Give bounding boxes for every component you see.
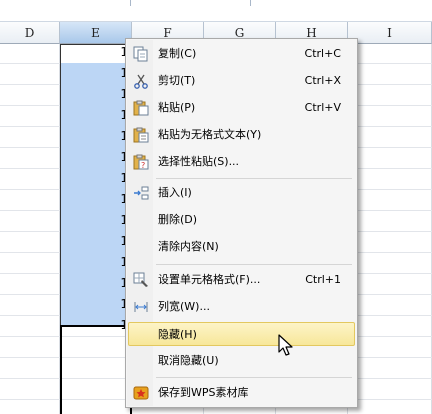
menu-item-paste-plain[interactable]: 粘贴为无格式文本(Y) <box>128 123 355 147</box>
column-width-icon <box>133 299 149 315</box>
menu-item-label: 保存到WPS素材库 <box>158 386 249 399</box>
menu-item-copy[interactable]: 复制(C) Ctrl+C <box>128 42 355 66</box>
cell-e14[interactable]: 1 <box>60 315 130 336</box>
format-cells-icon <box>133 272 149 288</box>
menu-item-label: 剪切(T) <box>158 74 196 87</box>
cell-e4[interactable]: 1 <box>60 105 130 126</box>
menu-item-cut[interactable]: 剪切(T) Ctrl+X <box>128 69 355 93</box>
menu-item-shortcut: Ctrl+V <box>304 101 341 114</box>
menu-item-column-width[interactable]: 列宽(W)... <box>128 295 355 319</box>
column-header-e[interactable]: E <box>60 22 132 44</box>
menu-item-delete[interactable]: 删除(D) <box>128 208 355 232</box>
menu-item-label: 设置单元格格式(F)... <box>158 273 261 286</box>
menu-item-label: 隐藏(H) <box>158 328 197 341</box>
copy-icon <box>133 46 149 62</box>
cell-e11[interactable]: 1 <box>60 252 130 273</box>
cell-e3[interactable]: 1 <box>60 84 130 105</box>
svg-text:?: ? <box>141 161 145 170</box>
cell-e10[interactable]: 1 <box>60 231 130 252</box>
menu-item-shortcut: Ctrl+1 <box>305 273 341 286</box>
cell-border-block <box>60 325 132 414</box>
paste-text-icon <box>133 127 149 143</box>
menu-item-label: 插入(I) <box>158 186 192 199</box>
menu-item-clear[interactable]: 清除内容(N) <box>128 235 355 259</box>
cell-e6[interactable]: 1 <box>60 147 130 168</box>
menu-item-paste[interactable]: 粘贴(P) Ctrl+V <box>128 96 355 120</box>
menu-item-label: 列宽(W)... <box>158 300 210 313</box>
menu-item-label: 删除(D) <box>158 213 198 226</box>
menu-item-label: 选择性粘贴(S)... <box>158 155 240 168</box>
cell-e9[interactable]: 1 <box>60 210 130 231</box>
cell-e13[interactable]: 1 <box>60 294 130 315</box>
cell-e12[interactable]: 1 <box>60 273 130 294</box>
toolbar-strip <box>0 0 432 22</box>
menu-item-paste-special[interactable]: ? 选择性粘贴(S)... <box>128 150 355 174</box>
menu-separator <box>156 178 352 179</box>
menu-item-unhide[interactable]: 取消隐藏(U) <box>128 349 355 373</box>
menu-item-format-cells[interactable]: 设置单元格格式(F)... Ctrl+1 <box>128 268 355 292</box>
cell-e7[interactable]: 1 <box>60 168 130 189</box>
menu-item-shortcut: Ctrl+X <box>304 74 341 87</box>
menu-item-label: 粘贴(P) <box>158 101 196 114</box>
cell-e8[interactable]: 1 <box>60 189 130 210</box>
cell-e2[interactable]: 1 <box>60 63 130 84</box>
menu-item-label: 粘贴为无格式文本(Y) <box>158 128 262 141</box>
insert-icon <box>133 185 149 201</box>
menu-item-shortcut: Ctrl+C <box>304 47 341 60</box>
cell-e1[interactable]: 1 <box>60 42 130 63</box>
menu-item-label: 清除内容(N) <box>158 240 219 253</box>
wps-library-icon <box>133 385 149 401</box>
menu-item-insert[interactable]: 插入(I) <box>128 181 355 205</box>
context-menu: 复制(C) Ctrl+C 剪切(T) Ctrl+X 粘贴(P) Ctrl+V 粘… <box>125 38 358 408</box>
paste-icon <box>133 100 149 116</box>
cell-e5[interactable]: 1 <box>60 126 130 147</box>
menu-item-hide[interactable]: 隐藏(H) <box>128 322 355 346</box>
scissors-icon <box>133 73 149 89</box>
mouse-cursor-icon <box>278 334 296 358</box>
menu-separator <box>156 377 352 378</box>
menu-item-label: 取消隐藏(U) <box>158 354 219 367</box>
column-header-d[interactable]: D <box>0 22 60 44</box>
menu-item-save-wps-library[interactable]: 保存到WPS素材库 <box>128 381 355 405</box>
column-header-i[interactable]: I <box>348 22 432 44</box>
menu-item-label: 复制(C) <box>158 47 197 60</box>
menu-separator <box>156 264 352 265</box>
paste-special-icon: ? <box>133 154 149 170</box>
